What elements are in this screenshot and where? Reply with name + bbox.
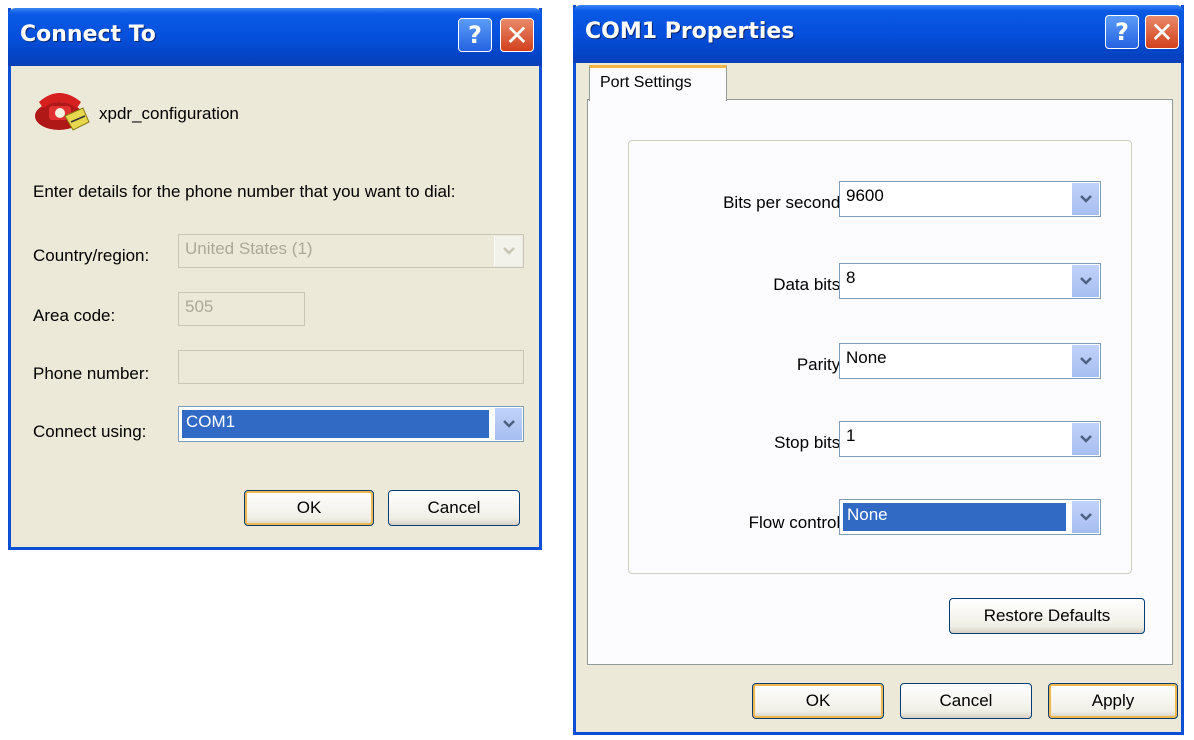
country-label: Country/region: (33, 246, 150, 265)
settings-group: Bits per second: 9600 Data bits: 8 Parit… (628, 140, 1132, 574)
country-select[interactable]: United States (1) (178, 234, 524, 268)
connect-using-label: Connect using: (33, 422, 147, 441)
ok-label: OK (296, 498, 322, 517)
tab-port-settings-label: Port Settings (600, 74, 692, 91)
data-bits-select[interactable]: 8 (839, 263, 1101, 299)
ok-button[interactable]: OK (244, 490, 374, 526)
help-icon: ? (1115, 18, 1129, 46)
phone-number-label: Phone number: (33, 364, 150, 383)
data-bits-value: 8 (846, 268, 856, 287)
close-button[interactable]: ✕ (1145, 15, 1179, 49)
bits-per-second-dropdown-button[interactable] (1071, 183, 1099, 215)
stop-bits-label: Stop bits: (774, 433, 845, 452)
chevron-down-icon (1079, 195, 1092, 203)
connect-using-value: COM1 (182, 410, 489, 438)
data-bits-dropdown-button[interactable] (1071, 265, 1099, 297)
com1-properties-dialog: COM1 Properties ? ✕ Bits per second: 960… (573, 5, 1184, 735)
bits-per-second-value: 9600 (846, 186, 884, 205)
connect-to-dialog: Connect To ? ✕ xpdr_configuration Enter … (8, 8, 542, 550)
dialog-title: Connect To (20, 22, 156, 47)
flow-control-dropdown-button[interactable] (1071, 501, 1099, 533)
flow-control-label: Flow control: (748, 513, 845, 532)
ok-label: OK (805, 691, 831, 710)
help-button[interactable]: ? (458, 18, 492, 52)
close-button[interactable]: ✕ (500, 18, 534, 52)
chevron-down-icon (502, 420, 515, 428)
bits-per-second-label: Bits per second: (723, 193, 845, 212)
connect-using-dropdown-button[interactable] (494, 408, 522, 440)
parity-dropdown-button[interactable] (1071, 345, 1099, 377)
restore-defaults-button[interactable]: Restore Defaults (949, 598, 1145, 634)
chevron-down-icon (1079, 435, 1092, 443)
close-icon: ✕ (505, 18, 529, 52)
instructions-text: Enter details for the phone number that … (33, 182, 456, 201)
apply-label: Apply (1091, 691, 1135, 710)
area-code-value: 505 (185, 297, 214, 316)
help-button[interactable]: ? (1105, 15, 1139, 49)
bits-per-second-select[interactable]: 9600 (839, 181, 1101, 217)
cancel-label: Cancel (939, 691, 993, 710)
parity-select[interactable]: None (839, 343, 1101, 379)
port-settings-panel: Bits per second: 9600 Data bits: 8 Parit… (587, 99, 1173, 665)
parity-value: None (846, 348, 887, 367)
cancel-label: Cancel (427, 498, 481, 517)
tab-port-settings[interactable]: Port Settings (589, 65, 727, 101)
parity-label: Parity: (796, 355, 845, 374)
chevron-down-icon (502, 247, 515, 255)
dialog-title: COM1 Properties (585, 19, 795, 44)
chevron-down-icon (1079, 277, 1092, 285)
chevron-down-icon (1079, 513, 1092, 521)
help-icon: ? (468, 21, 482, 49)
stop-bits-value: 1 (846, 426, 856, 445)
area-code-label: Area code: (33, 306, 116, 325)
close-icon: ✕ (1150, 15, 1174, 49)
area-code-input[interactable]: 505 (178, 292, 305, 326)
apply-button[interactable]: Apply (1048, 683, 1178, 719)
cancel-button[interactable]: Cancel (388, 490, 520, 526)
com1-titlebar[interactable]: COM1 Properties ? ✕ (573, 5, 1184, 63)
country-value: United States (1) (185, 239, 313, 258)
flow-control-value: None (843, 503, 1066, 531)
telephone-icon (33, 82, 91, 134)
data-bits-label: Data bits: (773, 275, 845, 294)
connect-using-select[interactable]: COM1 (178, 406, 524, 442)
ok-button[interactable]: OK (752, 683, 884, 719)
flow-control-select[interactable]: None (839, 499, 1101, 535)
restore-defaults-label: Restore Defaults (983, 606, 1111, 625)
stop-bits-dropdown-button[interactable] (1071, 423, 1099, 455)
connect-to-titlebar[interactable]: Connect To ? ✕ (8, 8, 542, 66)
connection-name: xpdr_configuration (99, 104, 239, 123)
stop-bits-select[interactable]: 1 (839, 421, 1101, 457)
cancel-button[interactable]: Cancel (900, 683, 1032, 719)
country-dropdown-button[interactable] (494, 236, 522, 266)
phone-number-input[interactable] (178, 350, 524, 384)
chevron-down-icon (1079, 357, 1092, 365)
